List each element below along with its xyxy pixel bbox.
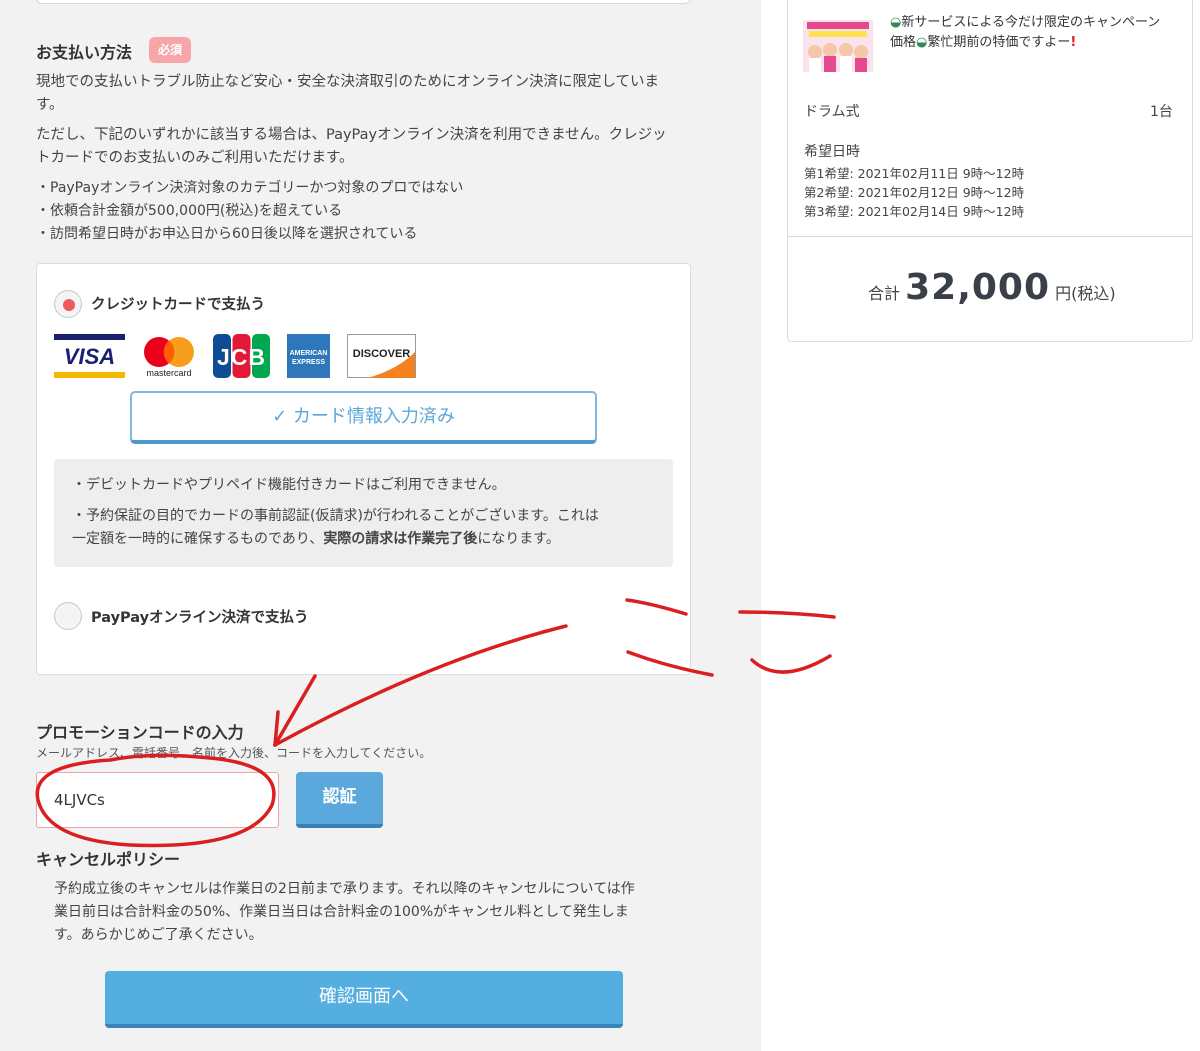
card-notice-line: ・予約保証の目的でカードの事前認証(仮請求)が行われることがございます。これは xyxy=(72,508,599,524)
exclamation-icon: ! xyxy=(1070,35,1077,50)
total-label: 合計 xyxy=(868,284,901,303)
condition-item: ・PayPayオンライン決済対象のカテゴリーかつ対象のプロではない xyxy=(36,180,464,196)
promo-code-input[interactable] xyxy=(36,772,279,828)
svg-text:AMERICAN: AMERICAN xyxy=(290,350,328,357)
card-notice-line: 一定額を一時的に確保するものであり、実際の請求は作業完了後になります。 xyxy=(72,528,560,551)
required-badge: 必須 xyxy=(149,37,191,63)
notice-text: 一定額を一時的に確保するものであり、 xyxy=(72,531,324,547)
svg-text:EXPRESS: EXPRESS xyxy=(292,359,325,366)
campaign-text: 新サービスによる今だけ限定のキャンペーン xyxy=(901,15,1161,30)
mastercard-logo-text: mastercard xyxy=(146,368,191,378)
item-name: ドラム式 xyxy=(804,104,860,120)
cancel-policy-line: 業日前日は合計料金の50%、作業日当日は合計料金の100%がキャンセル料として発… xyxy=(54,904,629,920)
campaign-text: 繁忙期前の特価ですよー xyxy=(927,35,1071,50)
promo-heading: プロモーションコードの入力 xyxy=(36,723,244,742)
payment-heading: お支払い方法 xyxy=(36,43,133,62)
annotation-arrow-head xyxy=(273,674,317,747)
total-amount: 32,000 xyxy=(905,267,1051,308)
credit-card-option-label[interactable]: クレジットカードで支払う xyxy=(91,293,265,314)
payment-description-line: 現地での支払いトラブル防止など安心・安全な決済取引のためにオンライン決済に限定し… xyxy=(36,74,660,90)
jcb-logo: JCB xyxy=(213,334,270,378)
condition-item: ・訪問希望日時がお申込日から60日後以降を選択されている xyxy=(36,226,418,242)
cap-emoji-icon: ◒ xyxy=(890,15,902,30)
promo-hint: メールアドレス、電話番号、名前を入力後、コードを入力してください。 xyxy=(36,746,432,760)
notice-emphasis: 実際の請求は作業完了後 xyxy=(323,531,478,547)
cancel-policy-line: す。あらかじめご了承ください。 xyxy=(54,927,263,943)
card-info-entered-button[interactable]: ✓ カード情報入力済み xyxy=(130,391,597,444)
mastercard-logo: mastercard xyxy=(144,337,194,378)
campaign-text: 価格 xyxy=(890,35,917,50)
visa-logo: VISA xyxy=(54,334,125,378)
item-quantity: 1台 xyxy=(1150,104,1173,120)
paypay-radio[interactable] xyxy=(54,602,82,630)
promo-verify-button[interactable]: 認証 xyxy=(296,772,383,828)
visa-logo-text: VISA xyxy=(64,344,115,369)
radio-selected-dot xyxy=(63,299,75,311)
previous-section-box xyxy=(36,0,691,4)
confirm-button[interactable]: 確認画面へ xyxy=(105,971,623,1028)
cancel-policy-heading: キャンセルポリシー xyxy=(36,850,181,869)
cap-emoji-icon: ◒ xyxy=(916,35,928,50)
payment-restriction-line: ただし、下記のいずれかに該当する場合は、PayPayオンライン決済を利用できませ… xyxy=(36,127,667,143)
payment-description-line: す。 xyxy=(36,97,64,113)
cancel-policy-line: 予約成立後のキャンセルは作業日の2日前まで承ります。それ以降のキャンセルについて… xyxy=(54,881,635,897)
preferred-date-item: 第2希望: 2021年02月12日 9時〜12時 xyxy=(804,185,1025,200)
summary-divider xyxy=(788,236,1192,237)
credit-card-radio[interactable] xyxy=(54,290,82,318)
jcb-logo-text: JCB xyxy=(217,344,266,370)
payment-restriction-line: トカードでのお支払いのみご利用いただけます。 xyxy=(36,150,354,166)
discover-logo-text: DISCOVER xyxy=(353,348,411,360)
total-unit: 円(税込) xyxy=(1055,284,1116,303)
total-row: 合計 32,000 円(税込) xyxy=(868,267,1116,308)
preferred-dates-title: 希望日時 xyxy=(804,144,860,160)
paypay-option-label[interactable]: PayPayオンライン決済で支払う xyxy=(91,606,309,627)
notice-text: になります。 xyxy=(477,531,560,547)
discover-logo: DISCOVER xyxy=(347,334,416,378)
annotation-arrow-head xyxy=(273,710,280,747)
campaign-text-line: 価格◒繁忙期前の特価ですよー! xyxy=(890,33,1076,53)
card-notice-line: ・デビットカードやプリペイド機能付きカードはご利用できません。 xyxy=(72,477,506,493)
condition-item: ・依頼合計金額が500,000円(税込)を超えている xyxy=(36,203,343,219)
amex-logo: AMERICAN EXPRESS xyxy=(287,334,330,378)
campaign-thumbnail xyxy=(803,20,873,72)
campaign-text-line: ◒新サービスによる今だけ限定のキャンペーン xyxy=(890,13,1160,33)
preferred-date-item: 第3希望: 2021年02月14日 9時〜12時 xyxy=(804,204,1025,219)
preferred-date-item: 第1希望: 2021年02月11日 9時〜12時 xyxy=(804,166,1025,181)
